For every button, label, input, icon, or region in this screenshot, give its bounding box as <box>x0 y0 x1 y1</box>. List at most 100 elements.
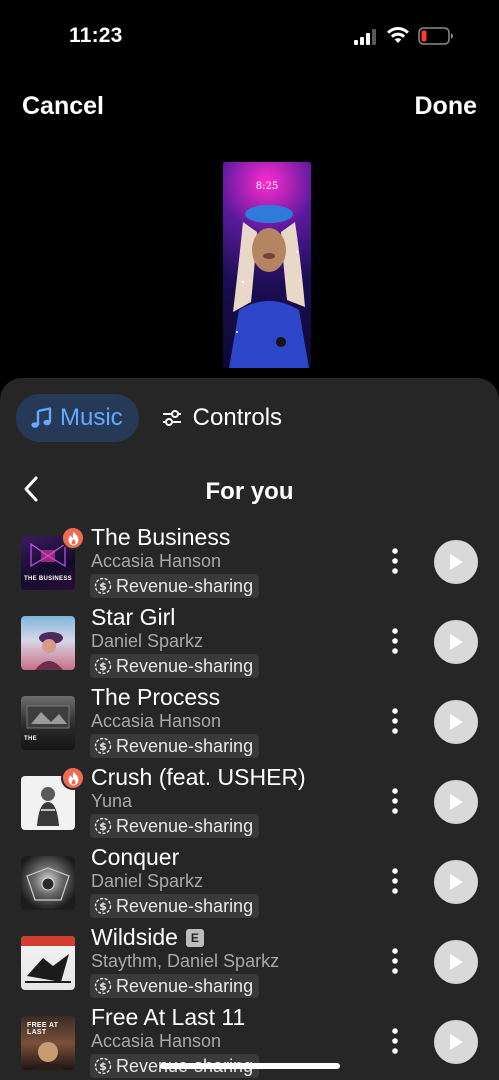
track-row[interactable]: Crush (feat. USHER) Yuna $ Revenue-shari… <box>0 762 499 842</box>
album-cover-text: THE BUSINESS <box>24 576 72 582</box>
album-cover-text: THE <box>24 736 37 742</box>
play-button[interactable] <box>434 620 478 664</box>
play-button[interactable] <box>434 540 478 584</box>
revenue-label: Revenue-sharing <box>116 895 254 916</box>
album-cover-text: FREE AT LAST <box>27 1022 59 1036</box>
revenue-dollar-icon: $ <box>94 977 112 995</box>
video-preview[interactable]: 8:25 <box>223 162 311 368</box>
play-button[interactable] <box>434 860 478 904</box>
svg-text:$: $ <box>99 580 107 593</box>
section-title: For you <box>205 478 294 505</box>
track-artist: Daniel Sparkz <box>91 631 204 651</box>
more-options-icon[interactable] <box>385 866 405 896</box>
track-title: Wildside E <box>91 924 204 951</box>
play-button[interactable] <box>434 940 478 984</box>
more-options-icon[interactable] <box>385 626 405 656</box>
play-icon <box>450 554 463 570</box>
track-artist: Accasia Hanson <box>91 551 222 571</box>
flame-icon <box>68 531 78 545</box>
done-button[interactable]: Done <box>415 92 478 121</box>
play-icon <box>450 634 463 650</box>
home-indicator[interactable] <box>160 1063 340 1069</box>
track-artist: Yuna <box>91 791 133 811</box>
play-icon <box>450 954 463 970</box>
album-cover <box>21 856 75 910</box>
revenue-dollar-icon: $ <box>94 737 112 755</box>
more-options-icon[interactable] <box>385 1026 405 1056</box>
more-options-icon[interactable] <box>385 946 405 976</box>
preview-lockscreen-time: 8:25 <box>255 181 279 192</box>
flame-icon <box>68 771 78 785</box>
track-row[interactable]: Wildside E Staythm, Daniel Sparkz $ Reven… <box>0 922 499 1002</box>
revenue-dollar-icon: $ <box>94 1057 112 1075</box>
preview-figure-image <box>229 205 309 368</box>
album-cover <box>21 936 75 990</box>
revenue-sharing-badge: $ Revenue-sharing <box>90 734 260 758</box>
album-cover-art <box>35 632 63 670</box>
wifi-icon <box>387 27 409 43</box>
revenue-sharing-badge: $ Revenue-sharing <box>90 974 260 998</box>
music-note-icon <box>31 407 52 428</box>
battery-icon <box>418 27 453 45</box>
revenue-sharing-badge: $ Revenue-sharing <box>90 654 260 678</box>
revenue-label: Revenue-sharing <box>116 735 254 756</box>
track-title: Free At Last 11 <box>91 1004 246 1030</box>
tab-controls[interactable]: Controls <box>149 394 294 442</box>
track-row[interactable]: THE The Process Accasia Hanson $ Revenue… <box>0 682 499 762</box>
revenue-label: Revenue-sharing <box>116 975 254 996</box>
track-title: Star Girl <box>91 604 176 630</box>
revenue-dollar-icon: $ <box>94 577 112 595</box>
play-icon <box>450 874 463 890</box>
album-cover-art <box>26 867 70 901</box>
play-icon <box>450 714 463 730</box>
album-cover <box>21 616 75 670</box>
section-header: For you <box>0 470 499 514</box>
revenue-dollar-icon: $ <box>94 817 112 835</box>
tab-controls-label: Controls <box>192 404 283 431</box>
track-title-text: Wildside <box>91 924 178 950</box>
album-cover: THE <box>21 696 75 750</box>
play-icon <box>450 794 463 810</box>
revenue-sharing-badge: $ Revenue-sharing <box>90 814 260 838</box>
tab-music-label: Music <box>60 404 123 431</box>
more-options-icon[interactable] <box>385 546 405 576</box>
more-options-icon[interactable] <box>385 706 405 736</box>
revenue-label: Revenue-sharing <box>116 655 254 676</box>
signal-icon <box>354 29 376 45</box>
revenue-sharing-badge: $ Revenue-sharing <box>90 894 260 918</box>
track-row[interactable]: THE BUSINESS The Business Accasia Hanson… <box>0 522 499 602</box>
explicit-badge: E <box>185 929 204 947</box>
revenue-sharing-badge: $ Revenue-sharing <box>90 574 260 598</box>
album-cover-art <box>21 936 75 983</box>
revenue-label: Revenue-sharing <box>116 815 254 836</box>
play-button[interactable] <box>434 700 478 744</box>
track-title: Conquer <box>91 844 180 870</box>
play-button[interactable] <box>434 1020 478 1064</box>
svg-text:$: $ <box>99 900 107 913</box>
revenue-label: Revenue-sharing <box>116 575 254 596</box>
track-artist: Accasia Hanson <box>91 1031 222 1051</box>
hot-badge <box>61 766 85 790</box>
svg-text:$: $ <box>99 740 107 753</box>
revenue-dollar-icon: $ <box>94 897 112 915</box>
music-sheet: Music Controls For you THE BUSINESS The … <box>0 378 499 1080</box>
hot-badge <box>61 526 85 550</box>
track-artist: Accasia Hanson <box>91 711 222 731</box>
svg-text:$: $ <box>99 820 107 833</box>
status-bar: 11:23 <box>0 0 499 70</box>
track-title: The Process <box>91 684 221 710</box>
more-options-icon[interactable] <box>385 786 405 816</box>
track-artist: Daniel Sparkz <box>91 871 204 891</box>
track-row[interactable]: Star Girl Daniel Sparkz $ Revenue-sharin… <box>0 602 499 682</box>
track-title: Crush (feat. USHER) <box>91 764 306 790</box>
track-title: The Business <box>91 524 231 550</box>
play-button[interactable] <box>434 780 478 824</box>
cancel-button[interactable]: Cancel <box>22 92 104 121</box>
svg-text:$: $ <box>99 980 107 993</box>
track-artist: Staythm, Daniel Sparkz <box>91 951 280 971</box>
tab-music[interactable]: Music <box>16 394 139 442</box>
status-time: 11:23 <box>69 24 123 47</box>
play-icon <box>450 1034 463 1050</box>
album-cover: FREE AT LAST <box>21 1016 75 1070</box>
track-row[interactable]: Conquer Daniel Sparkz $ Revenue-sharing <box>0 842 499 922</box>
